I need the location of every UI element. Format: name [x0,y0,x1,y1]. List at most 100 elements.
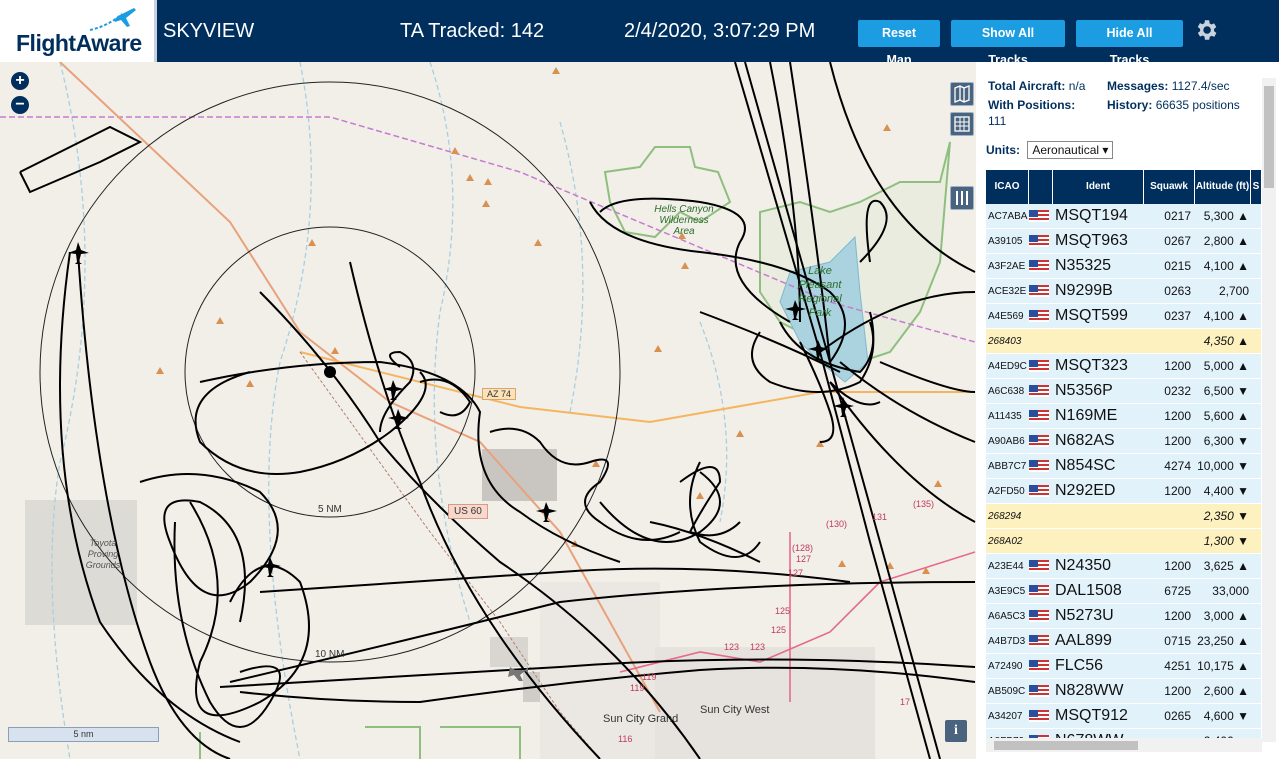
col-icao[interactable]: ICAO [986,170,1029,204]
grid-toggle-button[interactable] [950,112,974,136]
road-label-119b: 119 [630,683,645,693]
table-row[interactable]: A23E44 N24350 1200 3,625 ▲ [986,554,1261,579]
vertical-scrollbar[interactable] [1262,78,1276,742]
cell-squawk: 0217 [1164,209,1191,223]
table-row[interactable]: A4ED9C MSQT323 1200 5,000 ▲ [986,354,1261,379]
scroll-thumb[interactable] [994,741,1138,750]
cell-flag [1029,635,1053,647]
cell-ident: MSQT912 [1055,707,1128,724]
cell-ident: DAL1508 [1055,582,1122,599]
cell-icao: A11435 [988,410,1022,422]
us-flag-icon [1029,635,1049,647]
scroll-thumb[interactable] [1264,86,1274,188]
show-all-tracks-button[interactable]: Show All Tracks [951,20,1065,67]
table-row[interactable]: A2FD50 N292ED 1200 4,400 ▼ [986,479,1261,504]
table-header: ICAO Ident Squawk Altitude (ft) S [986,170,1261,204]
table-row[interactable]: ABB7C7 N854SC 4274 10,000 ▼ [986,454,1261,479]
col-ident[interactable]: Ident [1053,170,1144,204]
road-label-128: (128) [792,543,814,553]
col-altitude[interactable]: Altitude (ft) [1195,170,1251,204]
road-label-123b: 123 [750,642,766,652]
hide-all-tracks-button[interactable]: Hide All Tracks [1076,20,1183,67]
zoom-in-button[interactable]: + [11,72,29,90]
cell-squawk: 0263 [1164,284,1191,298]
cell-squawk: 0215 [1164,259,1191,273]
map-canvas[interactable] [0,62,976,759]
map-icon [954,85,970,103]
table-row[interactable]: A3E9C5 DAL1508 6725 33,000 [986,579,1261,604]
table-row[interactable]: A72490 FLC56 4251 10,175 ▲ [986,654,1261,679]
table-row[interactable]: A39105 MSQT963 0267 2,800 ▲ [986,229,1261,254]
table-row[interactable]: A4E569 MSQT599 0237 4,100 ▲ [986,304,1261,329]
horizontal-scrollbar[interactable] [986,738,1262,752]
ring-label-5nm: 5 NM [318,504,342,515]
table-row[interactable]: 268A02 1,300 ▼ [986,529,1261,554]
cell-icao: A2FD50 [988,485,1025,497]
map-view[interactable]: + − 5 NM 10 NM Hells Canyon Wilderness A… [0,62,976,759]
road-label-135: (135) [913,499,935,509]
flightaware-logo[interactable]: FlightAware [0,0,157,62]
cell-flag [1029,410,1053,422]
columns-icon [956,191,968,205]
us-flag-icon [1029,685,1049,697]
cell-ident: N9299B [1055,282,1113,299]
cell-altitude: 6,300 ▼ [1203,434,1249,448]
col-squawk[interactable]: Squawk [1144,170,1195,204]
table-row[interactable]: A6A5C3 N5273U 1200 3,000 ▲ [986,604,1261,629]
table-row[interactable]: A34207 MSQT912 0265 4,600 ▼ [986,704,1261,729]
cell-flag [1029,285,1053,297]
table-row[interactable]: ACE32E N9299B 0263 2,700 [986,279,1261,304]
table-row[interactable]: A3F2AE N35325 0215 4,100 ▲ [986,254,1261,279]
cell-squawk: 1200 [1164,559,1191,573]
cell-flag [1029,260,1053,272]
stat-messages: Messages: 1127.4/sec [1107,78,1247,94]
cell-icao: A4B7D3 [988,635,1026,647]
info-button[interactable]: i [945,720,967,742]
us-flag-icon [1029,560,1049,572]
cell-altitude: 2,600 ▲ [1203,684,1249,698]
sidebar-toggle-button[interactable] [950,186,974,210]
table-body: AC7ABA MSQT194 0217 5,300 ▲ A39105 MSQT963 026… [986,204,1261,738]
cell-icao: A90AB6 [988,435,1025,447]
table-row[interactable]: 268403 4,350 ▲ [986,329,1261,354]
cell-squawk: 0267 [1164,234,1191,248]
grid-icon [954,116,970,132]
col-flag[interactable] [1029,170,1053,204]
cell-flag [1029,710,1053,722]
table-row[interactable]: A8FB79N678WW2,400 ▼ [986,729,1261,738]
park-label-lake-pleasant: Lake Pleasant Regional Park [798,265,842,319]
cell-icao: A3E9C5 [988,585,1026,597]
cell-icao: A4ED9C [988,360,1027,372]
cell-ident: MSQT194 [1055,207,1128,224]
map-layers-button[interactable] [950,82,974,106]
cell-squawk: 1200 [1164,609,1191,623]
cell-flag [1029,385,1053,397]
ring-label-10nm: 10 NM [315,649,345,660]
table-row[interactable]: AC7ABA MSQT194 0217 5,300 ▲ [986,204,1261,229]
cell-flag [1029,660,1053,672]
cell-flag [1029,485,1053,497]
zoom-out-button[interactable]: − [11,96,29,114]
cell-squawk: 6725 [1164,584,1191,598]
table-row[interactable]: 268294 2,350 ▼ [986,504,1261,529]
us-flag-icon [1029,460,1049,472]
table-row[interactable]: A4B7D3 AAL899 0715 23,250 ▲ [986,629,1261,654]
table-row[interactable]: A6C638 N5356P 0232 6,500 ▼ [986,379,1261,404]
us-flag-icon [1029,660,1049,672]
reset-map-button[interactable]: Reset Map [858,20,940,67]
cell-ident: N24350 [1055,557,1112,574]
us-flag-icon [1029,310,1049,322]
table-row[interactable]: A11435 N169ME 1200 5,600 ▲ [986,404,1261,429]
cell-altitude: 10,175 ▲ [1197,659,1249,673]
cell-squawk: 4274 [1164,459,1191,473]
col-extra[interactable]: S [1251,170,1261,204]
cell-altitude: 23,250 ▲ [1197,634,1249,648]
table-row[interactable]: A90AB6 N682AS 1200 6,300 ▼ [986,429,1261,454]
cell-icao: 268A02 [988,535,1023,547]
units-select[interactable]: Aeronautical ▾ [1027,141,1114,159]
us-flag-icon [1029,210,1049,222]
table-row[interactable]: AB509C N828WW 1200 2,600 ▲ [986,679,1261,704]
cell-flag [1029,310,1053,322]
gear-icon[interactable] [1193,17,1219,43]
cell-flag [1029,585,1053,597]
